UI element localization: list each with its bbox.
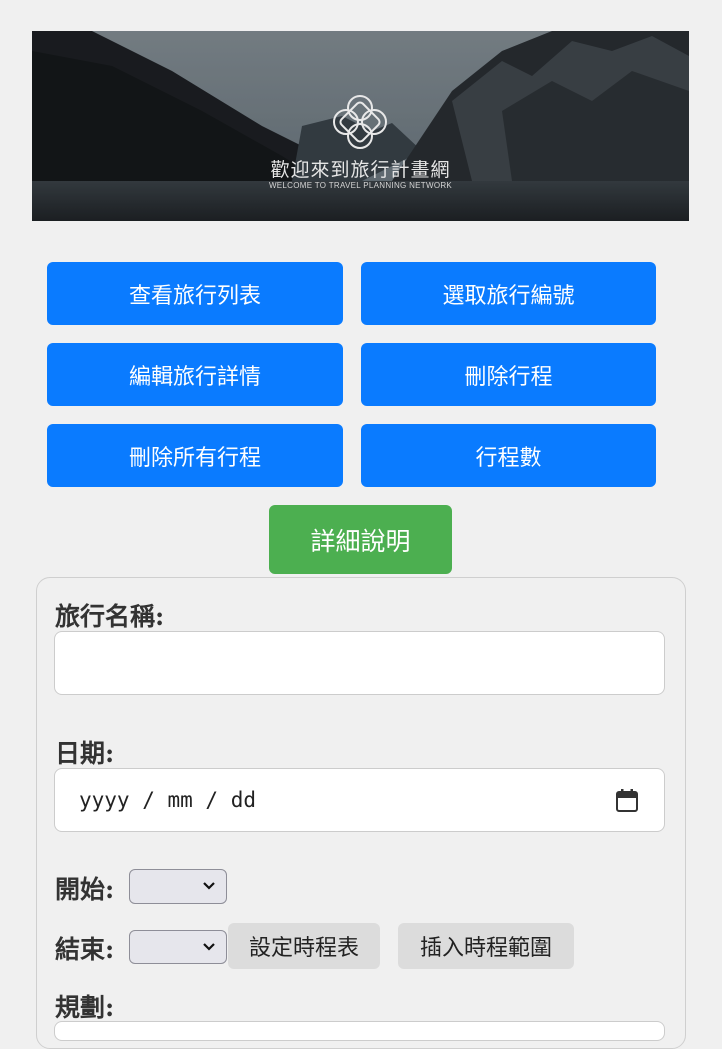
insert-time-range-button[interactable]: 插入時程範圍	[398, 923, 574, 969]
trip-name-label: 旅行名稱:	[55, 602, 165, 631]
date-label: 日期:	[55, 739, 115, 768]
delete-trip-button[interactable]: 刪除行程	[361, 343, 656, 406]
hero-banner: 歡迎來到旅行計畫網 WELCOME TO TRAVEL PLANNING NET…	[32, 31, 689, 221]
start-time-select[interactable]	[129, 869, 227, 904]
date-input[interactable]: yyyy / mm / dd	[54, 768, 665, 832]
chevron-down-icon	[203, 882, 215, 890]
delete-all-trips-button[interactable]: 刪除所有行程	[47, 424, 343, 487]
banner-subtitle: WELCOME TO TRAVEL PLANNING NETWORK	[268, 181, 453, 190]
calendar-icon[interactable]	[615, 788, 639, 813]
select-trip-id-button[interactable]: 選取旅行編號	[361, 262, 656, 325]
details-button[interactable]: 詳細說明	[269, 505, 452, 574]
set-schedule-button[interactable]: 設定時程表	[228, 923, 380, 969]
chevron-down-icon	[203, 943, 215, 951]
edit-trip-details-button[interactable]: 編輯旅行詳情	[47, 343, 343, 406]
start-label: 開始:	[55, 875, 115, 904]
plan-input[interactable]	[54, 1021, 665, 1041]
trip-count-button[interactable]: 行程數	[361, 424, 656, 487]
trip-name-input[interactable]	[54, 631, 665, 695]
date-placeholder: yyyy / mm / dd	[79, 788, 257, 812]
banner-title: 歡迎來到旅行計畫網	[270, 159, 451, 181]
plan-label: 規劃:	[55, 993, 115, 1022]
travel-logo-icon	[333, 95, 387, 149]
end-label: 結束:	[55, 935, 115, 964]
view-trip-list-button[interactable]: 查看旅行列表	[47, 262, 343, 325]
end-time-select[interactable]	[129, 930, 227, 964]
